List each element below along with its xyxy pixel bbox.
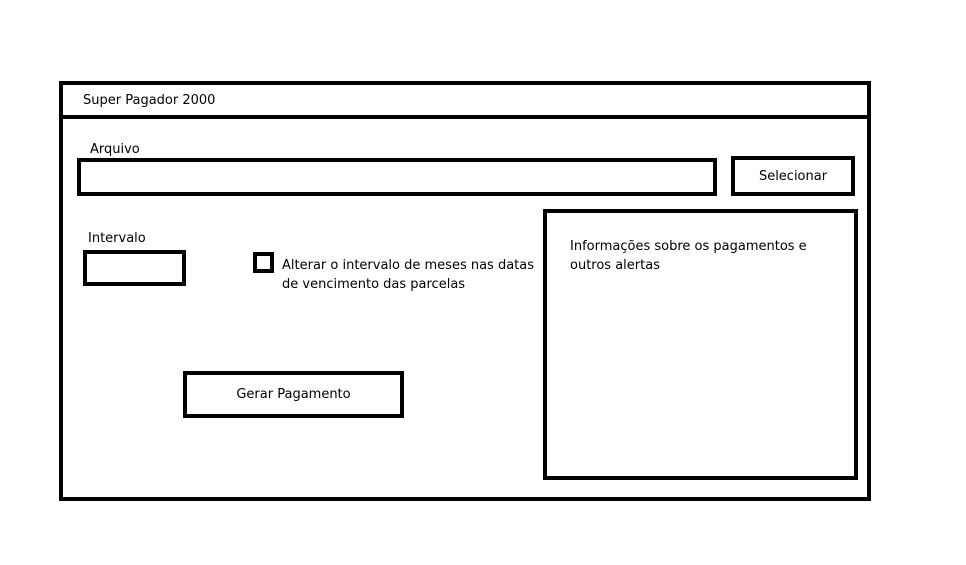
alter-interval-label: Alterar o intervalo de meses nas datas d… <box>282 258 535 292</box>
title-bar: Super Pagador 2000 <box>63 85 867 119</box>
alter-interval-checkbox[interactable] <box>253 252 274 273</box>
info-panel: Informações sobre os pagamentos e outros… <box>543 209 858 480</box>
select-file-button[interactable]: Selecionar <box>731 156 855 196</box>
info-panel-text: Informações sobre os pagamentos e outros… <box>570 239 807 273</box>
interval-label: Intervalo <box>88 231 146 246</box>
file-path-field-box <box>77 158 717 196</box>
generate-payment-button[interactable]: Gerar Pagamento <box>183 371 404 418</box>
file-path-input[interactable] <box>81 162 713 192</box>
interval-field-box <box>83 250 186 286</box>
window-title: Super Pagador 2000 <box>83 93 216 108</box>
file-label: Arquivo <box>90 142 140 157</box>
interval-input[interactable] <box>87 254 182 282</box>
